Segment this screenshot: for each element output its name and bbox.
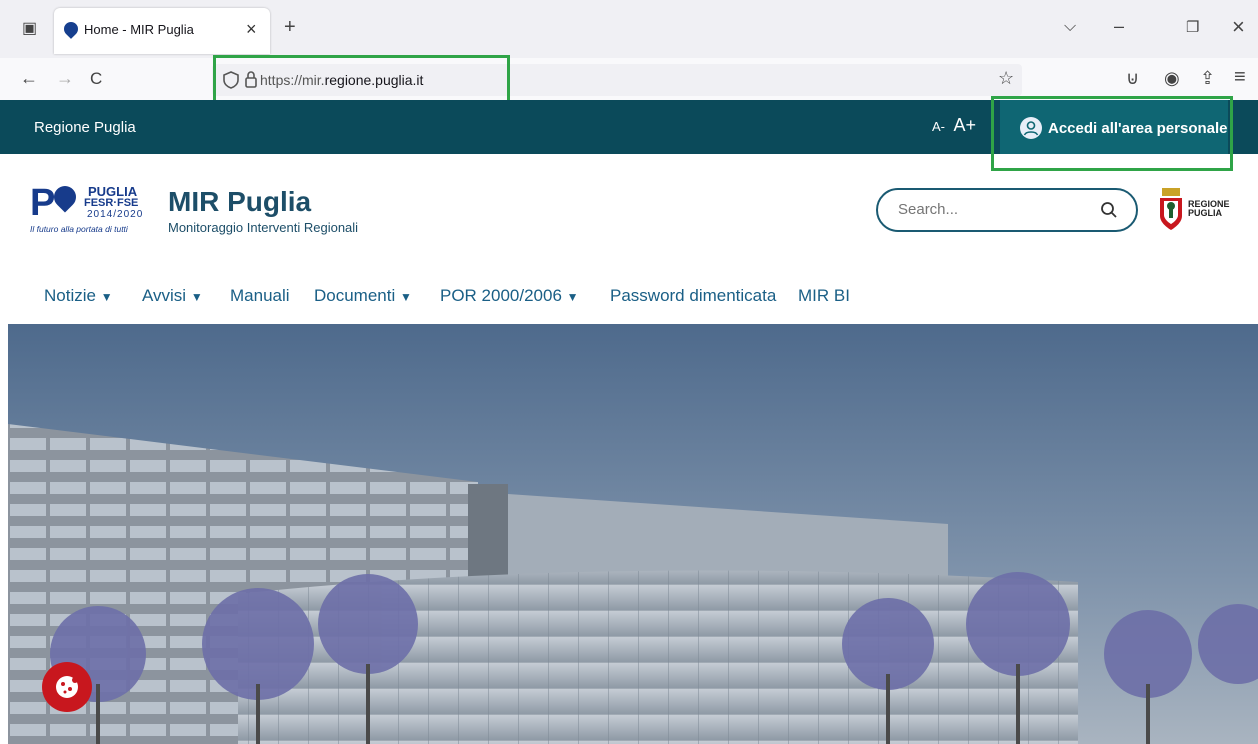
login-highlight-box	[991, 96, 1233, 171]
region-logo-line2: PUGLIA	[1188, 208, 1223, 218]
bookmark-star-icon[interactable]: ☆	[998, 68, 1014, 89]
search-input[interactable]	[896, 200, 1090, 219]
site-subtitle: Monitoraggio Interventi Regionali	[168, 220, 359, 235]
region-crest-icon	[1160, 188, 1182, 230]
menu-item-label: MIR BI	[798, 286, 850, 305]
pocket-icon[interactable]: ⊍	[1126, 68, 1139, 89]
caret-down-icon: ▼	[566, 290, 579, 304]
tab-overview-icon[interactable]: ▣	[22, 18, 37, 38]
regione-puglia-logo[interactable]: REGIONE PUGLIA	[1158, 186, 1238, 232]
menu-item-por[interactable]: POR 2000/2006 ▼	[440, 286, 579, 306]
minimize-button[interactable]: –	[1114, 16, 1124, 37]
cookie-icon	[56, 676, 78, 698]
caret-down-icon: ▼	[190, 290, 203, 304]
menu-item-avvisi[interactable]: Avvisi ▼	[142, 286, 203, 306]
building-illustration	[8, 324, 1258, 744]
puglia-fesr-logo[interactable]: P PUGLIA FESR·FSE 2014/2020 Il futuro al…	[30, 181, 150, 236]
account-icon[interactable]: ◉	[1164, 68, 1180, 89]
close-window-button[interactable]: ×	[1232, 14, 1245, 40]
menu-item-password[interactable]: Password dimenticata	[610, 286, 776, 306]
menu-item-label: Avvisi	[142, 286, 187, 305]
back-button[interactable]: ←	[20, 68, 38, 89]
menu-item-documenti[interactable]: Documenti ▼	[314, 286, 412, 306]
hero-image	[8, 324, 1258, 744]
logo-years: 2014/2020	[87, 209, 144, 220]
app-menu-icon[interactable]: ≡	[1234, 66, 1246, 89]
region-puglia-link[interactable]: Regione Puglia	[34, 119, 136, 136]
menu-item-manuali[interactable]: Manuali	[230, 286, 290, 306]
extensions-icon[interactable]: ⇪	[1200, 68, 1215, 89]
menu-item-label: Notizie	[44, 286, 96, 305]
tab-title: Home - MIR Puglia	[84, 22, 194, 37]
browser-tab[interactable]: Home - MIR Puglia ×	[54, 8, 270, 54]
reload-button[interactable]: C	[90, 69, 102, 89]
menu-item-label: Manuali	[230, 286, 290, 305]
logo-fund: FESR·FSE	[84, 197, 139, 209]
search-icon[interactable]	[1100, 201, 1118, 219]
forward-button[interactable]: →	[56, 68, 74, 89]
font-increase-button[interactable]: A+	[953, 115, 976, 135]
new-tab-button[interactable]: +	[284, 16, 296, 39]
tab-close-icon[interactable]: ×	[246, 19, 257, 40]
menu-item-notizie[interactable]: Notizie ▼	[44, 286, 113, 306]
menu-item-label: Password dimenticata	[610, 286, 777, 305]
menu-item-mir-bi[interactable]: MIR BI	[798, 286, 850, 306]
search-box	[876, 188, 1138, 232]
favicon-icon	[61, 19, 81, 39]
menu-item-label: Documenti	[314, 286, 396, 305]
restore-button[interactable]: ❐	[1186, 18, 1199, 36]
tab-list-icon[interactable]: ⌵	[1064, 18, 1076, 36]
logo-tagline: Il futuro alla portata di tutti	[30, 224, 128, 234]
caret-down-icon: ▼	[100, 290, 113, 304]
logo-letter: P	[30, 182, 56, 224]
caret-down-icon: ▼	[400, 290, 412, 304]
cookie-settings-button[interactable]	[42, 662, 92, 712]
font-decrease-button[interactable]: A-	[932, 119, 945, 134]
font-size-controls: A- A+	[932, 115, 976, 136]
menu-item-label: POR 2000/2006	[440, 286, 562, 305]
site-title[interactable]: MIR Puglia	[168, 186, 311, 218]
